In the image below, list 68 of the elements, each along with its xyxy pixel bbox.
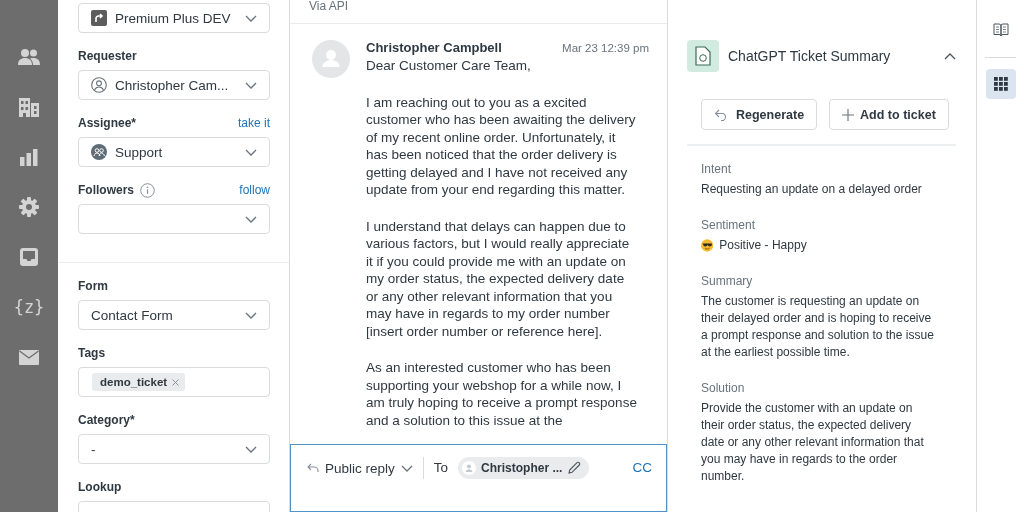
field-label: Assignee* <box>78 116 137 130</box>
reply-icon <box>307 463 319 473</box>
author-name: Christopher Campbell <box>366 40 502 55</box>
inbox-icon[interactable] <box>20 248 38 266</box>
pencil-icon[interactable] <box>567 461 582 475</box>
channel-label: Via API <box>309 0 349 12</box>
reply-composer[interactable]: Public reply To Christopher ... CC <box>290 444 667 512</box>
building-icon[interactable] <box>18 97 40 117</box>
recipient-chip[interactable]: Christopher ... <box>458 457 590 479</box>
message-paragraph: As an interested customer who has been supporting your webshop for a while now, I am truly hoping to receive a prompt response and a solution to this issue at the <box>366 359 638 429</box>
chevron-icon <box>245 148 257 156</box>
field-label: Followers <box>78 183 134 197</box>
section-text: Provide the customer with an update on their order status, the expected delivery date or any other relevant information that you may have in regards to the order number. <box>701 400 925 485</box>
select-field[interactable]: - <box>78 434 270 464</box>
chevron-icon <box>245 311 257 319</box>
avatar-icon <box>312 40 350 78</box>
select-field[interactable]: Premium Plus DEV <box>78 3 270 33</box>
apps-button[interactable] <box>985 69 1016 99</box>
chevron-icon <box>245 215 257 223</box>
brand-icon <box>91 10 107 26</box>
section-heading: Summary <box>701 274 754 288</box>
reply-type-dropdown[interactable]: Public reply <box>307 457 424 479</box>
message-paragraph: I understand that delays can happen due to various factors, but I would really appreciate it if you could provide me with an update on my order status, the expected delivery date or any other relevant information that you may have in regards to my order number [insert order number or reference here]. <box>366 217 631 340</box>
sunglasses-smiley-icon <box>701 239 714 252</box>
add-button[interactable]: Add to ticket <box>829 99 949 130</box>
select-field[interactable]: Christopher Cam... <box>78 70 270 100</box>
field-label: Category* <box>78 413 135 427</box>
book-icon <box>992 23 1009 37</box>
person-icon <box>462 461 477 475</box>
message-paragraph: Dear Customer Care Team, <box>366 57 532 75</box>
chevron-icon <box>245 14 257 22</box>
select-field[interactable]: Contact Form <box>78 300 270 330</box>
section-heading: Solution <box>701 381 746 395</box>
field-link[interactable]: follow <box>239 183 270 197</box>
message-paragraph: I am reaching out to you as a excited customer who has been awaiting the delivery of my recent online order. Unfortunately, it has been noticed that the order delivery is getting delayed and I have not received any update from your end regarding this matter. <box>366 93 637 199</box>
settings-icon[interactable] <box>19 197 39 217</box>
app-title: ChatGPT Ticket Summary <box>728 48 892 64</box>
regenerate-button[interactable]: Regenerate <box>701 99 818 130</box>
section-text: Positive - Happy <box>719 237 808 254</box>
to-label: To <box>433 459 449 477</box>
plus-icon <box>842 108 855 121</box>
field-label: Form <box>78 279 108 293</box>
bar-chart-icon[interactable] <box>20 148 38 166</box>
mail-icon[interactable] <box>19 349 39 365</box>
chevron-icon <box>245 81 257 89</box>
cc-link[interactable]: CC <box>632 457 652 479</box>
field-label: Requester <box>78 49 137 63</box>
section-text: The customer is requesting an update on their delayed order and is hoping to receive a prompt response and solution to the issue at the earliest possible time. <box>701 293 935 361</box>
people-icon[interactable] <box>18 48 40 66</box>
grid-icon <box>993 77 1008 91</box>
select-field[interactable] <box>78 204 270 234</box>
chevron-icon <box>400 464 413 472</box>
message-time: Mar 23 12:39 pm <box>562 41 649 54</box>
section-heading: Sentiment <box>701 218 757 232</box>
section-heading: Intent <box>701 162 733 176</box>
chevron-icon <box>245 445 257 453</box>
person-icon <box>91 77 107 93</box>
select-field[interactable]: Support <box>78 137 270 167</box>
group-icon <box>91 144 107 160</box>
section-text: Requesting an update on a delayed order <box>701 181 923 198</box>
chevron-icon[interactable] <box>944 52 956 60</box>
field-label: Tags <box>78 346 106 360</box>
close-icon[interactable] <box>172 378 180 386</box>
field-link[interactable]: take it <box>238 116 270 130</box>
tags-field[interactable]: demo_ticket <box>78 367 270 397</box>
field-label: Lookup <box>78 480 122 494</box>
document-icon <box>687 40 719 72</box>
tag-chip: demo_ticket <box>92 373 186 391</box>
